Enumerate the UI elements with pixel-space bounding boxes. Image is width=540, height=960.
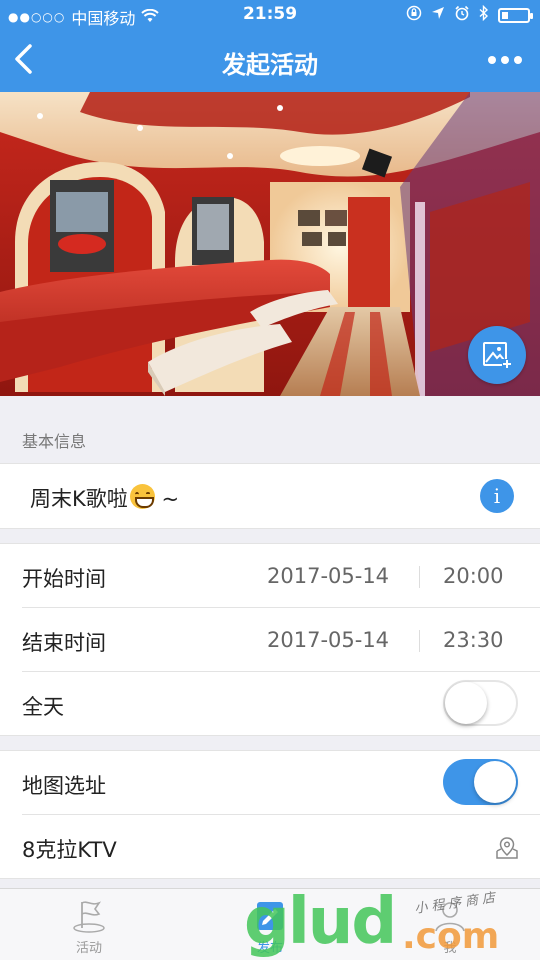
divider — [0, 528, 540, 529]
start-time-value[interactable]: 20:00 — [443, 564, 504, 588]
map-pin-icon[interactable] — [495, 836, 519, 860]
flag-icon — [73, 901, 105, 933]
add-image-icon — [483, 342, 512, 369]
page-title: 发起活动 — [222, 51, 318, 79]
rotation-lock-icon — [406, 5, 422, 25]
separator — [419, 630, 420, 652]
separator — [419, 566, 420, 588]
alarm-icon — [454, 5, 470, 25]
tab-activities[interactable]: 活动 — [44, 889, 134, 960]
activity-name-text[interactable]: 周末K歌啦 ~ — [30, 483, 179, 513]
all-day-toggle[interactable] — [443, 680, 518, 726]
top-bar: ●●○○○ 中国移动 21:59 发起活动 — [0, 0, 540, 92]
end-time-row[interactable]: 结束时间 2017-05-14 23:30 — [0, 608, 540, 672]
divider — [0, 878, 540, 879]
end-date-value[interactable]: 2017-05-14 — [267, 628, 389, 652]
more-dot-icon — [501, 56, 509, 64]
all-day-label: 全天 — [22, 695, 64, 719]
battery-icon — [498, 7, 533, 23]
location-arrow-icon — [431, 6, 445, 24]
start-date-value[interactable]: 2017-05-14 — [267, 564, 389, 588]
activity-name-row[interactable]: 周末K歌啦 ~ — [0, 464, 540, 528]
start-time-label: 开始时间 — [22, 567, 106, 591]
watermark-logo: glud 小程序商店 .com — [244, 885, 500, 959]
toggle-knob — [474, 761, 516, 803]
bluetooth-icon — [479, 4, 489, 25]
divider — [0, 735, 540, 736]
map-select-row: 地图选址 — [0, 751, 540, 815]
status-bar: ●●○○○ 中国移动 21:59 — [0, 0, 540, 30]
navigation-bar: 发起活动 — [0, 30, 540, 92]
info-icon[interactable]: i — [480, 479, 514, 513]
end-time-label: 结束时间 — [22, 631, 106, 655]
end-time-value[interactable]: 23:30 — [443, 628, 504, 652]
change-cover-button[interactable] — [468, 326, 526, 384]
more-dot-icon — [514, 56, 522, 64]
start-time-row[interactable]: 开始时间 2017-05-14 20:00 — [0, 544, 540, 608]
toggle-knob — [445, 682, 487, 724]
activity-cover-image — [0, 92, 540, 396]
more-dot-icon — [488, 56, 496, 64]
location-row[interactable]: 8克拉KTV — [0, 815, 540, 879]
all-day-row: 全天 — [0, 672, 540, 736]
map-select-label: 地图选址 — [22, 774, 106, 798]
location-name: 8克拉KTV — [22, 838, 117, 862]
map-select-toggle[interactable] — [443, 759, 518, 805]
more-options-button[interactable] — [488, 54, 522, 66]
grinning-emoji-icon — [129, 484, 155, 509]
basic-info-header: 基本信息 — [22, 432, 87, 451]
